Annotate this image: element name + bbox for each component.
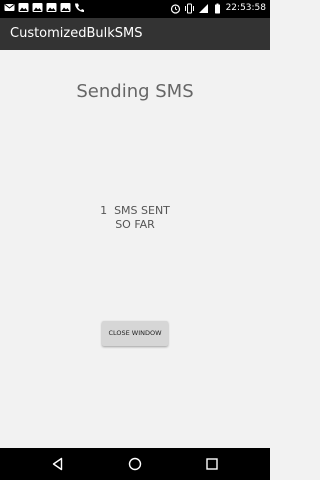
vibrate-icon xyxy=(184,3,195,14)
alarm-icon xyxy=(170,3,181,14)
battery-icon xyxy=(212,3,223,14)
system-icons: 22:53:58 xyxy=(170,2,266,15)
navigation-bar xyxy=(0,448,270,480)
status-clock: 22:53:58 xyxy=(225,3,266,13)
gallery-icon xyxy=(18,2,29,13)
home-icon[interactable] xyxy=(127,456,143,472)
gallery-icon xyxy=(46,2,57,13)
app-title: CustomizedBulkSMS xyxy=(10,26,143,41)
sms-sent-suffix: SO FAR xyxy=(115,218,155,231)
back-icon[interactable] xyxy=(50,456,66,472)
call-icon xyxy=(74,2,85,13)
notification-icons xyxy=(4,2,85,13)
gallery-icon xyxy=(60,2,71,13)
sms-sent-count: 1 SMS SENT xyxy=(100,204,170,217)
main-content: Sending SMS 1 SMS SENT SO FAR CLOSE WIND… xyxy=(0,50,270,448)
gallery-icon xyxy=(32,2,43,13)
signal-icon xyxy=(198,3,209,14)
page-heading: Sending SMS xyxy=(76,81,194,102)
close-window-button[interactable]: CLOSE WINDOW xyxy=(102,321,168,346)
recents-icon[interactable] xyxy=(204,456,220,472)
mail-icon xyxy=(4,2,15,13)
sms-sent-status: 1 SMS SENT SO FAR xyxy=(0,204,270,232)
app-bar: CustomizedBulkSMS xyxy=(0,18,270,50)
status-bar: 22:53:58 xyxy=(0,0,270,18)
